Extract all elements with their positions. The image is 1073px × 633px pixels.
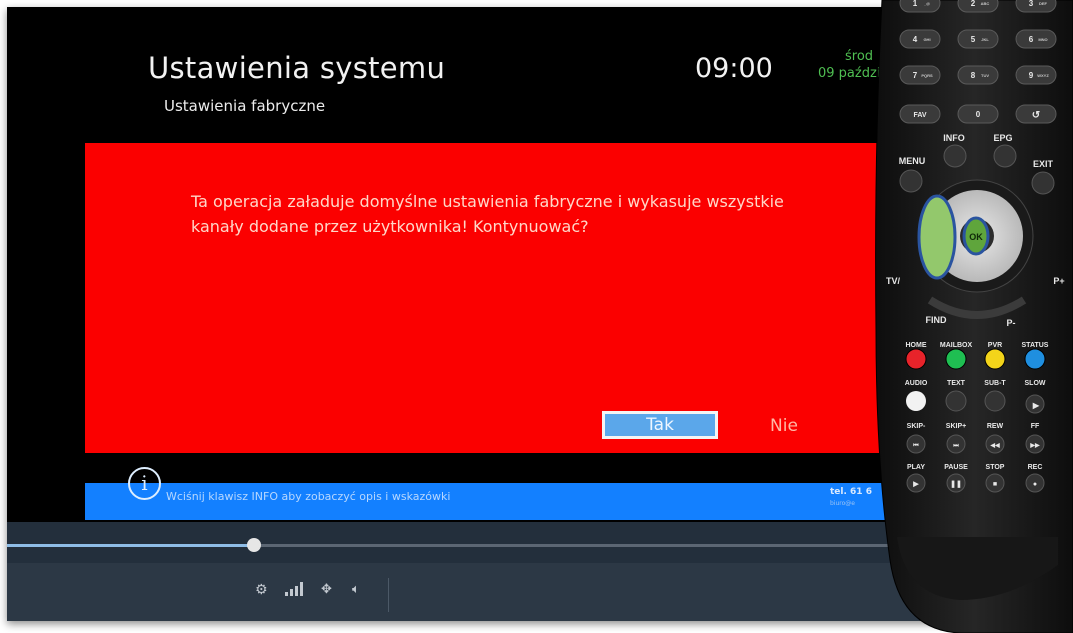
page-title: Ustawienia systemu <box>148 51 446 85</box>
pause-icon: ❚❚ <box>950 480 962 488</box>
pvr-button[interactable] <box>984 348 1006 370</box>
epg-label: EPG <box>993 133 1012 143</box>
number-key-label: 7 <box>913 71 918 80</box>
fav-label: FAV <box>913 112 926 119</box>
number-key-label: 2 <box>971 0 976 8</box>
number-key-letters: GHI <box>923 37 930 42</box>
skip-row-label: REW <box>987 423 1004 430</box>
color-row-label: MAILBOX <box>940 342 973 349</box>
number-key-label: 3 <box>1029 0 1034 8</box>
number-key-1[interactable] <box>899 0 941 13</box>
toolbar-divider <box>388 578 389 612</box>
dialog-message: Ta operacja załaduje domyślne ustawienia… <box>191 192 784 236</box>
number-key-letters: _@ <box>923 1 930 6</box>
number-key-label: 9 <box>1029 71 1034 80</box>
info-icon: i <box>128 467 161 500</box>
stop-icon: ■ <box>993 481 997 488</box>
volume-icon[interactable]: 🔈︎ <box>352 582 360 597</box>
skip-forward-icon: ⏭ <box>953 443 959 449</box>
color-row-label: STATUS <box>1022 342 1049 349</box>
find-label: FIND <box>926 315 947 325</box>
number-key-label: 5 <box>971 35 976 44</box>
function-row-label: TEXT <box>947 380 966 387</box>
home-button[interactable] <box>905 348 927 370</box>
number-key-letters: WXYZ <box>1037 73 1049 78</box>
yes-button[interactable]: Tak <box>602 411 718 439</box>
seek-handle[interactable] <box>247 538 261 552</box>
number-key-9[interactable] <box>1015 65 1057 85</box>
slow-icon: ▶ <box>1032 401 1040 410</box>
info-label: INFO <box>943 133 965 143</box>
play-row-label: STOP <box>986 464 1005 471</box>
clock: 09:00 <box>695 53 773 84</box>
help-text: Wciśnij klawisz INFO aby zobaczyć opis i… <box>166 490 451 503</box>
no-button[interactable]: Nie <box>770 416 798 436</box>
rewind-icon: ◀◀ <box>989 442 1000 449</box>
skip-row-label: FF <box>1031 423 1040 430</box>
p-plus-label: P+ <box>1053 276 1064 286</box>
info-button[interactable] <box>943 144 967 168</box>
status-button[interactable] <box>1024 348 1046 370</box>
tv-label: TV/ <box>886 276 901 286</box>
audio-button[interactable] <box>906 391 926 411</box>
exit-label: EXIT <box>1033 159 1054 169</box>
menu-label: MENU <box>899 156 926 166</box>
function-row-label: AUDIO <box>905 380 928 387</box>
exit-button[interactable] <box>1031 171 1055 195</box>
number-key-8[interactable] <box>957 65 999 85</box>
number-key-letters: PQRS <box>921 73 933 78</box>
text-button[interactable] <box>945 390 967 412</box>
skip-row-label: SKIP- <box>907 423 926 430</box>
page-subtitle: Ustawienia fabryczne <box>164 97 326 115</box>
number-key-7[interactable] <box>899 65 941 85</box>
signal-icon[interactable] <box>285 582 305 600</box>
remote-control: 1 _@ 2 ABC 3 DEF 4 GHI 5 JKL 6 MNO 7 PQRS 8 TUV 9 WXYZ FAV… <box>875 0 1073 633</box>
epg-button[interactable] <box>993 144 1017 168</box>
settings-icon[interactable]: ⚙ <box>255 582 268 598</box>
record-icon: ● <box>1033 481 1037 488</box>
number-key-letters: TUV <box>981 73 989 78</box>
number-key-letters: ABC <box>981 1 990 6</box>
play-icon: ▶ <box>912 481 919 488</box>
skip-back-icon: ⏮ <box>913 443 919 449</box>
number-key-label: 8 <box>971 71 976 80</box>
number-key-5[interactable] <box>957 29 999 49</box>
color-row-label: HOME <box>906 342 927 349</box>
number-key-label: 1 <box>913 0 918 8</box>
function-row-label: SLOW <box>1025 380 1046 387</box>
contact-email: biuro@e <box>830 500 855 507</box>
play-row-label: PAUSE <box>944 464 968 471</box>
number-key-4[interactable] <box>899 29 941 49</box>
ok-label: OK <box>969 232 983 242</box>
number-key-letters: MNO <box>1038 37 1047 42</box>
number-key-6[interactable] <box>1015 29 1057 49</box>
recall-icon: ↺ <box>1032 110 1040 121</box>
play-row-label: PLAY <box>907 464 925 471</box>
subtitle-button[interactable] <box>984 390 1006 412</box>
number-key-2[interactable] <box>957 0 999 13</box>
number-key-label: 6 <box>1029 35 1034 44</box>
fast-forward-icon: ▶▶ <box>1029 442 1040 449</box>
number-key-3[interactable] <box>1015 0 1057 13</box>
play-row-label: REC <box>1028 464 1043 471</box>
move-icon[interactable]: ✥ <box>321 582 332 597</box>
number-key-letters: DEF <box>1039 1 1048 6</box>
number-key-letters: JKL <box>981 37 989 42</box>
number-key-label: 4 <box>913 35 918 44</box>
seek-progress <box>7 544 254 547</box>
p-minus-label: P- <box>1007 318 1016 328</box>
zero-label: 0 <box>976 110 981 119</box>
color-row-label: PVR <box>988 342 1002 349</box>
left-arrow-button[interactable] <box>917 194 957 280</box>
factory-reset-dialog: Ta operacja załaduje domyślne ustawienia… <box>85 143 965 453</box>
skip-row-label: SKIP+ <box>946 423 966 430</box>
menu-button[interactable] <box>899 169 923 193</box>
function-row-label: SUB-T <box>984 380 1006 387</box>
mailbox-button[interactable] <box>945 348 967 370</box>
